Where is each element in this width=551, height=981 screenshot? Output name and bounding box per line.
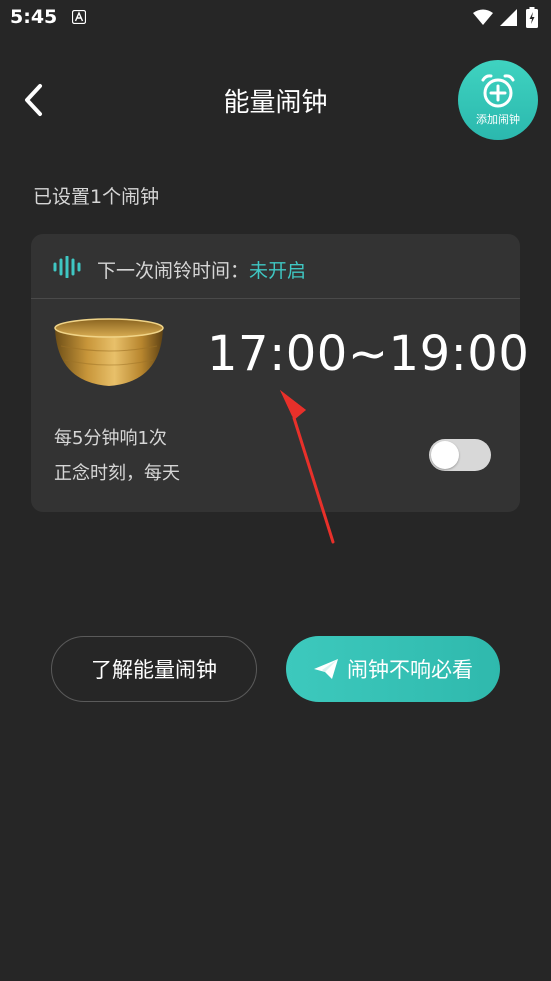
alarm-interval: 每5分钟响1次: [54, 428, 167, 449]
sound-wave-icon: [53, 256, 81, 278]
battery-icon: [526, 7, 538, 28]
alarm-help-label: 闹钟不响必看: [347, 658, 473, 682]
status-bar: 5:45: [0, 0, 551, 36]
learn-about-button[interactable]: 了解能量闹钟: [51, 636, 257, 702]
singing-bowl-image: [54, 318, 164, 386]
notification-a-icon: [72, 10, 86, 24]
signal-icon: [500, 9, 517, 26]
status-time: 5:45: [10, 6, 58, 28]
add-alarm-button[interactable]: 添加闹钟: [458, 60, 538, 140]
alarm-schedule: 正念时刻，每天: [54, 463, 180, 484]
wifi-icon: [473, 9, 493, 25]
add-alarm-label: 添加闹钟: [476, 113, 520, 126]
toggle-knob: [431, 441, 459, 469]
alarm-help-button[interactable]: 闹钟不响必看: [286, 636, 500, 702]
alarm-count-text: 已设置1个闹钟: [33, 186, 160, 208]
alarm-time-range: 17:00~19:00: [207, 326, 530, 382]
alarm-clock-plus-icon: [481, 74, 515, 108]
next-alarm-value: 未开启: [249, 260, 307, 282]
next-alarm-label-text: 下一次闹铃时间：: [97, 260, 250, 282]
alarm-toggle[interactable]: [429, 439, 491, 471]
next-alarm-label: 下一次闹铃时间：未开启: [97, 256, 306, 283]
card-header: 下一次闹铃时间：未开启: [31, 234, 520, 299]
paper-plane-icon: [314, 659, 338, 679]
red-arrow-annotation: [280, 390, 335, 544]
